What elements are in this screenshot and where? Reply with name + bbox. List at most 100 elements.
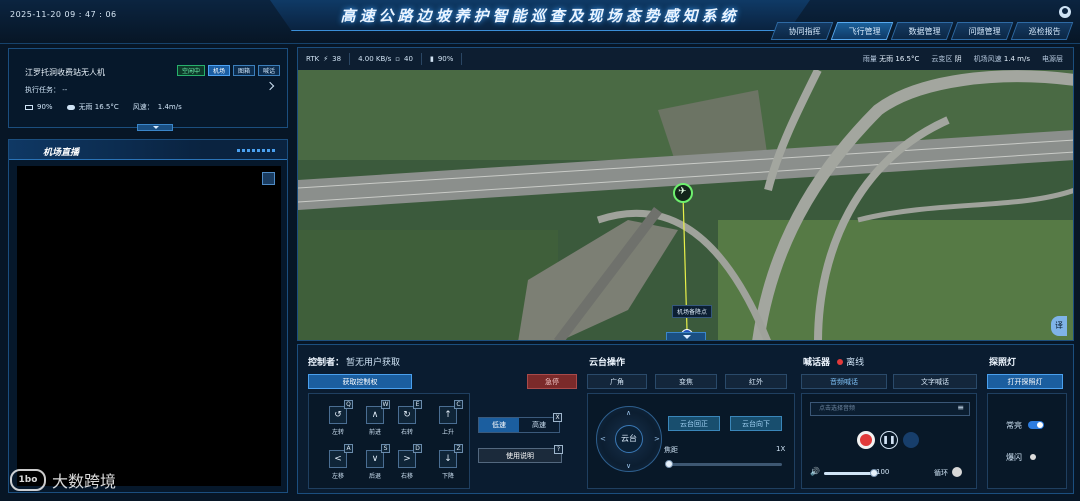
key-label-ascend: 上升 bbox=[441, 429, 454, 436]
key-letter-e: E bbox=[413, 400, 422, 409]
arrow-left-icon[interactable]: < bbox=[600, 435, 606, 443]
drone-marker-icon[interactable] bbox=[673, 183, 693, 203]
status-bar: RTK ⚡ 38 4.00 KB/s ▫ 40 ▮ 90% 雨量 无雨 16.5… bbox=[298, 48, 1073, 70]
signal-icon: ▫ bbox=[395, 55, 401, 63]
battery-stat: 90% bbox=[25, 103, 53, 111]
nav-item-report[interactable]: 巡检报告 bbox=[1010, 22, 1074, 40]
badge-dock[interactable]: 机场 bbox=[208, 65, 231, 76]
fullscreen-icon[interactable] bbox=[262, 172, 275, 185]
weather-status: 雨量 无雨 16.5°C 云变区 阴 机场风速 1.4 m/s 电源层 bbox=[862, 55, 1063, 63]
help-button[interactable]: 使用说明 bbox=[478, 448, 562, 463]
badge-gimbal[interactable]: 图箱 bbox=[233, 65, 256, 76]
cloud-icon bbox=[66, 104, 75, 110]
acquire-control-button[interactable]: 获取控制权 bbox=[308, 374, 412, 389]
wind-stat: 风速： 1.4m/s bbox=[133, 102, 182, 112]
user-icon[interactable] bbox=[1059, 6, 1071, 18]
nav-item-command[interactable]: 协同指挥 bbox=[770, 22, 834, 40]
loop-label: 循环 bbox=[934, 469, 948, 477]
live-video[interactable] bbox=[17, 166, 281, 486]
tab-zoom[interactable]: 变焦 bbox=[655, 374, 717, 389]
gimbal-down-button[interactable]: 云台向下 bbox=[730, 416, 782, 431]
satellite-map[interactable] bbox=[298, 70, 1074, 341]
watermark-text: 大数跨境 bbox=[52, 472, 117, 491]
volume-value: 100 bbox=[876, 468, 890, 476]
gimbal-center-button[interactable]: 云台 bbox=[615, 425, 643, 453]
arrow-down-icon[interactable]: ∨ bbox=[626, 462, 631, 470]
nav-item-flight[interactable]: 飞行管理 bbox=[830, 22, 894, 40]
gimbal-title: 云台操作 bbox=[589, 358, 626, 368]
key-label-forward: 前进 bbox=[368, 429, 381, 436]
help-icon[interactable]: ? bbox=[554, 445, 563, 454]
battery-value: 90% bbox=[37, 103, 53, 111]
key-label-descend: 下降 bbox=[441, 473, 454, 480]
gimbal-reset-button[interactable]: 云台回正 bbox=[668, 416, 720, 431]
battery-status: ▮ 90% bbox=[422, 53, 463, 65]
key-letter-c: C bbox=[454, 400, 463, 409]
dock-label: 机场备降点 bbox=[672, 305, 713, 318]
key-label-backward: 后退 bbox=[368, 473, 381, 480]
focus-slider-track[interactable] bbox=[666, 463, 782, 466]
drone-name: 江罗托洞收费站无人机 bbox=[25, 68, 105, 77]
decorative-stripes bbox=[237, 149, 277, 152]
key-letter-q: Q bbox=[344, 400, 353, 409]
status-badge-idle: 空闲中 bbox=[177, 65, 206, 76]
key-label-move-left: 左移 bbox=[331, 473, 344, 480]
badge-speaker[interactable]: 喊话 bbox=[258, 65, 281, 76]
focus-value: 1X bbox=[776, 445, 786, 453]
flash-label: 爆闪 bbox=[1006, 453, 1022, 462]
nav-item-data[interactable]: 数据管理 bbox=[890, 22, 954, 40]
collapse-map-button[interactable] bbox=[666, 332, 706, 340]
open-light-button[interactable]: 打开探照灯 bbox=[987, 374, 1063, 389]
collapse-drone-card-button[interactable] bbox=[137, 124, 173, 131]
speaker-status: 离线 bbox=[846, 358, 865, 368]
list-icon[interactable]: ≡ bbox=[957, 403, 964, 412]
pause-button[interactable]: ❚❚ bbox=[880, 431, 898, 449]
arrow-right-icon[interactable]: > bbox=[654, 435, 660, 443]
tab-audio-broadcast[interactable]: 音频喊话 bbox=[801, 374, 887, 389]
tab-text-broadcast[interactable]: 文字喊话 bbox=[893, 374, 977, 389]
record-button[interactable] bbox=[857, 431, 875, 449]
speaker-controls: 点击选择音频 ≡ ❚❚ 🔊 100 循环 bbox=[801, 393, 977, 489]
volume-slider-fill bbox=[824, 472, 874, 475]
focus-slider-knob[interactable] bbox=[665, 460, 673, 468]
play-button[interactable] bbox=[903, 432, 919, 448]
key-letter-w: W bbox=[381, 400, 390, 409]
key-letter-z: Z bbox=[454, 444, 463, 453]
weather-stat: 无雨 16.5°C bbox=[66, 102, 119, 112]
emergency-stop-button[interactable]: 急停 bbox=[527, 374, 577, 389]
loop-toggle[interactable] bbox=[952, 467, 962, 477]
speaker-title: 喊话器 离线 bbox=[803, 358, 865, 368]
light-title: 探照灯 bbox=[989, 358, 1017, 368]
flash-toggle[interactable] bbox=[1030, 454, 1036, 460]
audio-select[interactable]: 点击选择音频 bbox=[810, 402, 970, 416]
speed-toggle: 低速 高速 bbox=[478, 417, 560, 433]
light-controls: 常亮 爆闪 bbox=[987, 393, 1067, 489]
gimbal-joystick[interactable]: ∧ ∨ < > 云台 bbox=[596, 406, 662, 472]
steady-label: 常亮 bbox=[1006, 421, 1022, 430]
nav-item-issues[interactable]: 问题管理 bbox=[950, 22, 1014, 40]
offline-dot bbox=[837, 359, 844, 365]
tab-infrared[interactable]: 红外 bbox=[725, 374, 787, 389]
speed-low-option[interactable]: 低速 bbox=[479, 418, 519, 432]
key-letter-s: S bbox=[381, 444, 390, 453]
flight-keys: ↺ Q 左转 ∧ W 前进 ↻ E 右转 ↑ C 上升 < A 左移 ∨ S 后… bbox=[308, 393, 470, 489]
key-label-move-right: 右移 bbox=[400, 473, 413, 480]
watermark-logo: 1bo bbox=[10, 469, 46, 491]
wind-value: 1.4m/s bbox=[157, 103, 182, 111]
task-value: -- bbox=[62, 86, 68, 94]
steady-toggle[interactable] bbox=[1028, 421, 1044, 429]
side-tab[interactable]: 译 bbox=[1051, 316, 1067, 336]
chevron-right-icon[interactable] bbox=[265, 81, 275, 91]
map-area[interactable]: RTK ⚡ 38 4.00 KB/s ▫ 40 ▮ 90% 雨量 无雨 16.5… bbox=[297, 47, 1074, 341]
controller-title: 控制者： 暂无用户获取 bbox=[308, 358, 401, 368]
close-icon[interactable]: X bbox=[553, 413, 562, 422]
focus-label: 焦距 bbox=[664, 446, 678, 454]
live-title: 机场直播 bbox=[43, 148, 80, 158]
rtk-status: RTK ⚡ 38 bbox=[298, 53, 351, 65]
arrow-up-icon[interactable]: ∧ bbox=[626, 409, 631, 417]
drone-card[interactable]: 江罗托洞收费站无人机 空闲中 机场 图箱 喊话 执行任务： -- 90% 无雨 … bbox=[8, 48, 288, 131]
tab-wide[interactable]: 广角 bbox=[587, 374, 647, 389]
key-letter-a: A bbox=[344, 444, 353, 453]
task-label: 执行任务： bbox=[25, 86, 60, 94]
wind-label: 风速： bbox=[132, 103, 154, 111]
